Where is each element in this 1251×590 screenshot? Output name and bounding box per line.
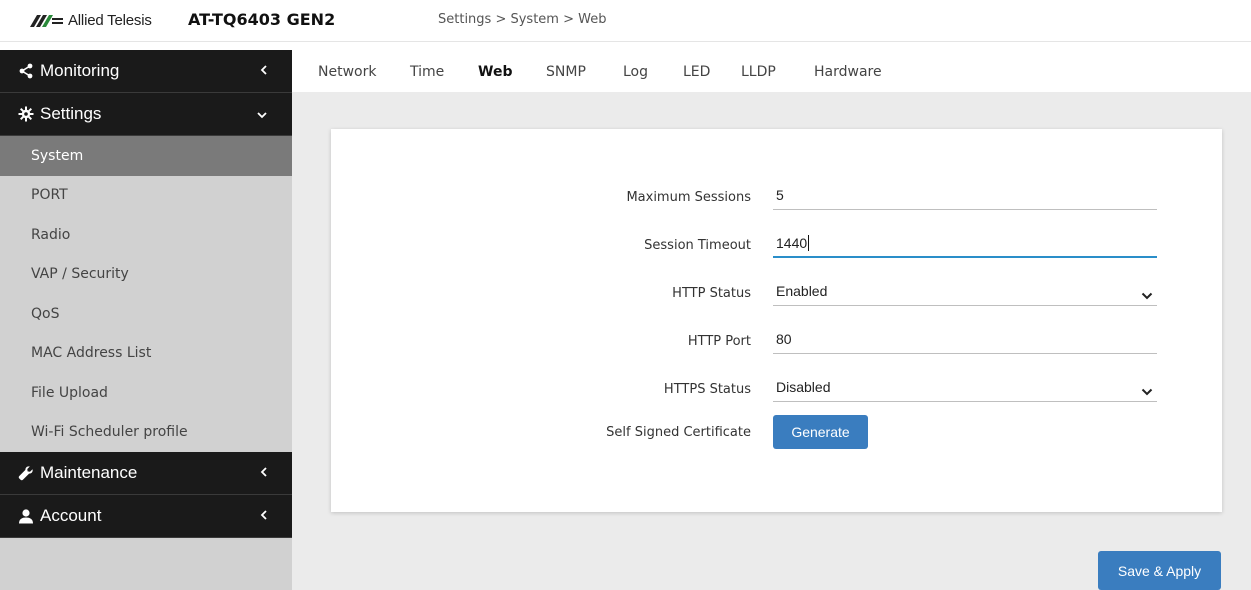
chevron-down-icon bbox=[256, 104, 268, 124]
sidebar-item-label: Settings bbox=[40, 104, 102, 123]
sidebar-item-monitoring[interactable]: Monitoring bbox=[0, 50, 292, 93]
chevron-left-icon bbox=[260, 463, 268, 483]
sidebar-item-label: Wi-Fi Scheduler profile bbox=[31, 424, 188, 441]
session-timeout-label: Session Timeout bbox=[644, 238, 751, 253]
http-status-value: Enabled bbox=[776, 283, 828, 299]
tab-web[interactable]: Web bbox=[478, 64, 512, 80]
gear-icon bbox=[16, 106, 36, 122]
max-sessions-row: Maximum Sessions 5 bbox=[331, 172, 1222, 212]
sidebar: Monitoring Settings System PORT Radio VA… bbox=[0, 50, 292, 590]
main-content: Maximum Sessions 5 Session Timeout 1440 … bbox=[292, 92, 1251, 590]
http-status-select[interactable]: Enabled bbox=[773, 278, 1157, 306]
self-signed-cert-label: Self Signed Certificate bbox=[606, 425, 751, 440]
allied-telesis-logo-icon bbox=[30, 14, 63, 27]
max-sessions-value: 5 bbox=[776, 187, 784, 203]
sidebar-item-label: PORT bbox=[31, 187, 68, 204]
sidebar-item-file-upload[interactable]: File Upload bbox=[0, 373, 292, 413]
share-icon bbox=[16, 63, 36, 79]
chevron-left-icon bbox=[260, 61, 268, 81]
sidebar-item-wifi-scheduler-profile[interactable]: Wi-Fi Scheduler profile bbox=[0, 413, 292, 453]
chevron-left-icon bbox=[260, 506, 268, 526]
self-signed-cert-row: Self Signed Certificate Generate bbox=[331, 407, 1222, 449]
sidebar-item-vap-security[interactable]: VAP / Security bbox=[0, 255, 292, 295]
tab-log[interactable]: Log bbox=[623, 64, 648, 80]
sidebar-item-settings[interactable]: Settings bbox=[0, 93, 292, 136]
sidebar-item-label: Account bbox=[40, 506, 102, 525]
sidebar-item-label: Radio bbox=[31, 226, 71, 243]
tab-snmp[interactable]: SNMP bbox=[546, 64, 586, 80]
sidebar-item-qos[interactable]: QoS bbox=[0, 294, 292, 334]
save-apply-button[interactable]: Save & Apply bbox=[1098, 551, 1221, 590]
sidebar-item-label: QoS bbox=[31, 305, 60, 322]
https-status-row: HTTPS Status Disabled bbox=[331, 364, 1222, 404]
sidebar-item-account[interactable]: Account bbox=[0, 495, 292, 538]
max-sessions-label: Maximum Sessions bbox=[626, 190, 751, 205]
sidebar-item-label: File Upload bbox=[31, 384, 108, 401]
http-port-label: HTTP Port bbox=[687, 334, 751, 349]
tab-lldp[interactable]: LLDP bbox=[741, 64, 776, 80]
user-icon bbox=[16, 508, 36, 524]
http-port-input[interactable]: 80 bbox=[773, 326, 1157, 354]
https-status-value: Disabled bbox=[776, 379, 831, 395]
session-timeout-row: Session Timeout 1440 bbox=[331, 220, 1222, 260]
https-status-select[interactable]: Disabled bbox=[773, 374, 1157, 402]
sidebar-item-label: Maintenance bbox=[40, 463, 138, 482]
tab-led[interactable]: LED bbox=[683, 64, 710, 80]
logo-text: Allied Telesis bbox=[68, 12, 152, 29]
sidebar-item-system[interactable]: System bbox=[0, 136, 292, 176]
generate-button[interactable]: Generate bbox=[773, 415, 868, 449]
http-port-row: HTTP Port 80 bbox=[331, 316, 1222, 356]
brand-logo: Allied Telesis bbox=[30, 12, 152, 29]
sidebar-item-label: Monitoring bbox=[40, 61, 120, 80]
max-sessions-input[interactable]: 5 bbox=[773, 182, 1157, 210]
sidebar-item-label: System bbox=[31, 147, 84, 164]
web-settings-card: Maximum Sessions 5 Session Timeout 1440 … bbox=[331, 129, 1222, 512]
sidebar-item-radio[interactable]: Radio bbox=[0, 215, 292, 255]
tab-hardware[interactable]: Hardware bbox=[814, 64, 882, 80]
tab-network[interactable]: Network bbox=[318, 64, 376, 80]
text-cursor bbox=[808, 235, 810, 251]
http-port-value: 80 bbox=[776, 331, 792, 347]
sidebar-item-label: MAC Address List bbox=[31, 345, 152, 362]
sidebar-item-maintenance[interactable]: Maintenance bbox=[0, 452, 292, 495]
session-timeout-input[interactable]: 1440 bbox=[773, 230, 1157, 258]
http-status-label: HTTP Status bbox=[672, 286, 751, 301]
sidebar-item-label: VAP / Security bbox=[31, 266, 129, 283]
https-status-label: HTTPS Status bbox=[663, 382, 751, 397]
device-model: AT-TQ6403 GEN2 bbox=[188, 10, 336, 29]
http-status-row: HTTP Status Enabled bbox=[331, 268, 1222, 308]
chevron-down-icon bbox=[1141, 287, 1153, 303]
sidebar-item-port[interactable]: PORT bbox=[0, 176, 292, 216]
breadcrumb: Settings > System > Web bbox=[438, 12, 607, 27]
wrench-icon bbox=[16, 465, 36, 481]
sidebar-item-mac-address-list[interactable]: MAC Address List bbox=[0, 334, 292, 374]
top-header: Allied Telesis AT-TQ6403 GEN2 Settings >… bbox=[0, 0, 1251, 42]
tab-time[interactable]: Time bbox=[410, 64, 444, 80]
session-timeout-value: 1440 bbox=[776, 235, 808, 251]
tab-bar: Network Time Web SNMP Log LED LLDP Hardw… bbox=[292, 50, 1251, 92]
chevron-down-icon bbox=[1141, 383, 1153, 399]
